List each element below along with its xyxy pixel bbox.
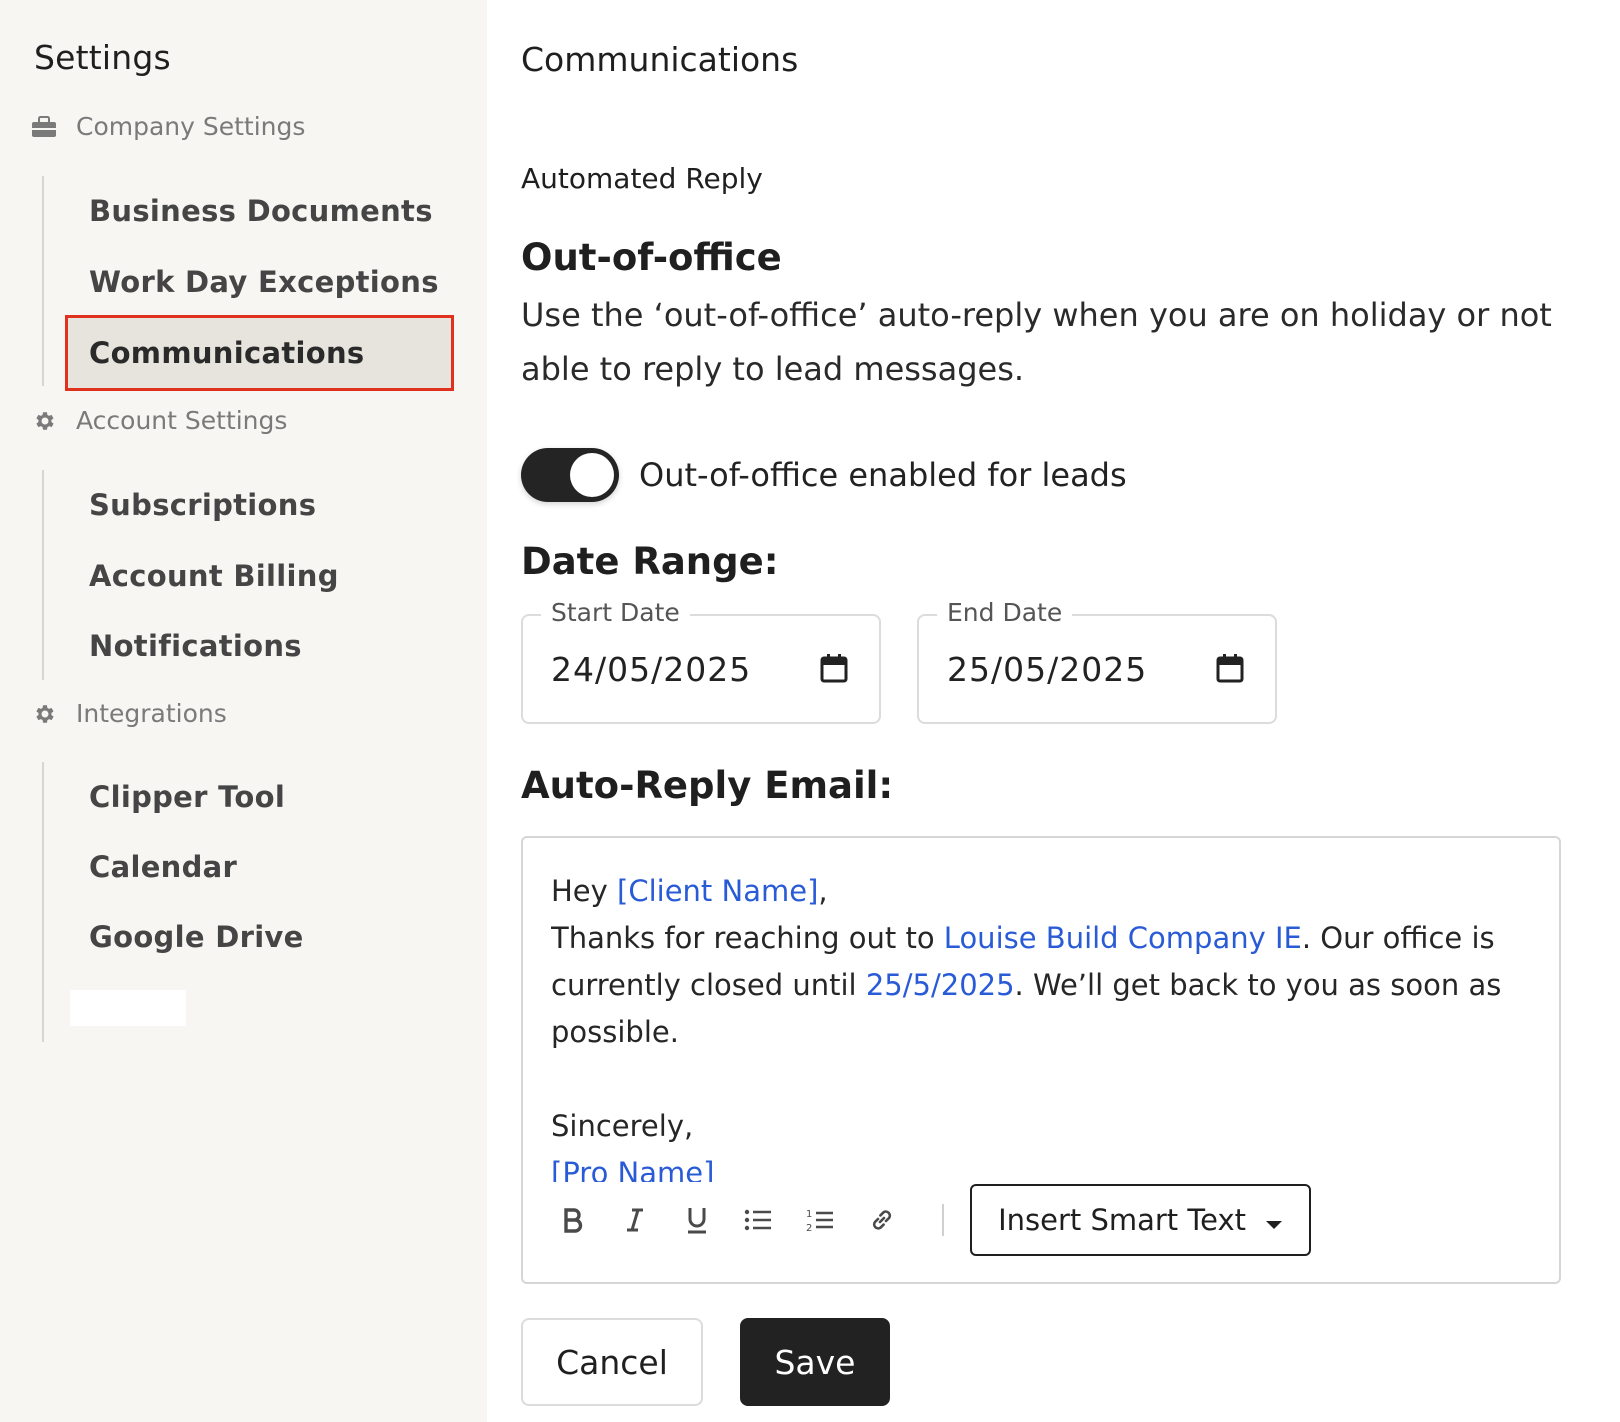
- company-name-token: Louise Build Company IE: [943, 921, 1302, 955]
- italic-icon[interactable]: [613, 1198, 657, 1242]
- editor-toolbar: 12 Insert Smart Text: [551, 1184, 1312, 1256]
- ooo-description: Use the ‘out-of-office’ auto-reply when …: [521, 296, 1552, 388]
- group-header-integrations: Integrations: [30, 699, 227, 728]
- sidebar-item-subscriptions[interactable]: Subscriptions: [68, 470, 451, 540]
- calendar-icon[interactable]: [1215, 652, 1245, 684]
- end-date-legend: End Date: [937, 598, 1073, 627]
- calendar-icon[interactable]: [819, 652, 849, 684]
- greeting-text: Hey: [551, 874, 618, 908]
- start-date-legend: Start Date: [541, 598, 690, 627]
- gear-icon: [30, 700, 58, 728]
- settings-sidebar: Settings Company Settings Business Docum…: [0, 0, 487, 1422]
- svg-text:2: 2: [806, 1223, 812, 1233]
- auto-reply-editor[interactable]: Hey [Client Name], Thanks for reaching o…: [521, 836, 1561, 1284]
- numbered-list-icon[interactable]: 12: [798, 1198, 842, 1242]
- caret-down-icon: [1265, 1203, 1283, 1237]
- toggle-knob: [570, 453, 614, 497]
- bold-icon[interactable]: [551, 1198, 595, 1242]
- pro-name-token: [Pro Name]: [551, 1156, 715, 1182]
- link-icon[interactable]: [860, 1198, 904, 1242]
- sidebar-item-google-drive[interactable]: Google Drive: [68, 902, 451, 972]
- sidebar-item-account-billing[interactable]: Account Billing: [68, 541, 451, 611]
- sidebar-item-communications[interactable]: Communications: [65, 315, 454, 391]
- cancel-button[interactable]: Cancel: [521, 1318, 703, 1406]
- signoff-line: Sincerely,: [551, 1109, 694, 1143]
- sidebar-title: Settings: [34, 38, 171, 77]
- ooo-heading: Out-of-office: [521, 236, 782, 279]
- end-date-value: 25/05/2025: [947, 650, 1148, 689]
- group-label-company-settings: Company Settings: [76, 112, 306, 141]
- bullet-list-icon[interactable]: [737, 1198, 781, 1242]
- ooo-toggle[interactable]: [521, 448, 619, 502]
- save-button[interactable]: Save: [740, 1318, 890, 1406]
- app-layout: Settings Company Settings Business Docum…: [0, 0, 1620, 1422]
- sidebar-item-notifications[interactable]: Notifications: [68, 611, 451, 681]
- group-label-integrations: Integrations: [76, 699, 227, 728]
- group-header-account-settings: Account Settings: [30, 406, 287, 435]
- date-range-label: Date Range:: [521, 540, 779, 583]
- group-line: [42, 176, 44, 386]
- insert-smart-text-label: Insert Smart Text: [998, 1203, 1247, 1237]
- page-title: Communications: [521, 40, 799, 79]
- gear-icon: [30, 407, 58, 435]
- group-line: [42, 470, 44, 680]
- start-date-field[interactable]: Start Date 24/05/2025: [521, 598, 881, 724]
- editor-body[interactable]: Hey [Client Name], Thanks for reaching o…: [551, 868, 1511, 1182]
- end-date-field[interactable]: End Date 25/05/2025: [917, 598, 1277, 724]
- svg-text:1: 1: [806, 1209, 812, 1220]
- group-header-company-settings: Company Settings: [30, 112, 305, 141]
- underline-icon[interactable]: [675, 1198, 719, 1242]
- start-date-value: 24/05/2025: [551, 650, 752, 689]
- client-name-token: [Client Name]: [617, 874, 819, 908]
- date-token: 25/5/2025: [865, 968, 1015, 1002]
- section-title: Automated Reply: [521, 162, 763, 195]
- sidebar-item-business-documents[interactable]: Business Documents: [68, 176, 451, 246]
- body-paragraph: Thanks for reaching out to Louise Build …: [551, 915, 1511, 1056]
- sidebar-item-work-day-exceptions[interactable]: Work Day Exceptions: [68, 247, 451, 317]
- insert-smart-text-button[interactable]: Insert Smart Text: [970, 1184, 1312, 1256]
- sidebar-item-clipper-tool[interactable]: Clipper Tool: [68, 762, 451, 832]
- toolbar-separator: [942, 1204, 945, 1236]
- auto-reply-label: Auto-Reply Email:: [521, 764, 894, 807]
- ooo-toggle-row: Out-of-office enabled for leads: [521, 448, 1127, 502]
- redacted-block: [70, 990, 186, 1026]
- ooo-toggle-label: Out-of-office enabled for leads: [639, 456, 1127, 494]
- greeting-end: ,: [818, 874, 828, 908]
- briefcase-icon: [30, 113, 58, 141]
- sidebar-item-calendar[interactable]: Calendar: [68, 832, 451, 902]
- body-text-a: Thanks for reaching out to: [551, 921, 944, 955]
- group-line: [42, 762, 44, 1042]
- greeting-line: Hey [Client Name],: [551, 868, 1511, 915]
- main-content: Communications Automated Reply Out-of-of…: [487, 0, 1620, 1422]
- group-label-account-settings: Account Settings: [76, 406, 288, 435]
